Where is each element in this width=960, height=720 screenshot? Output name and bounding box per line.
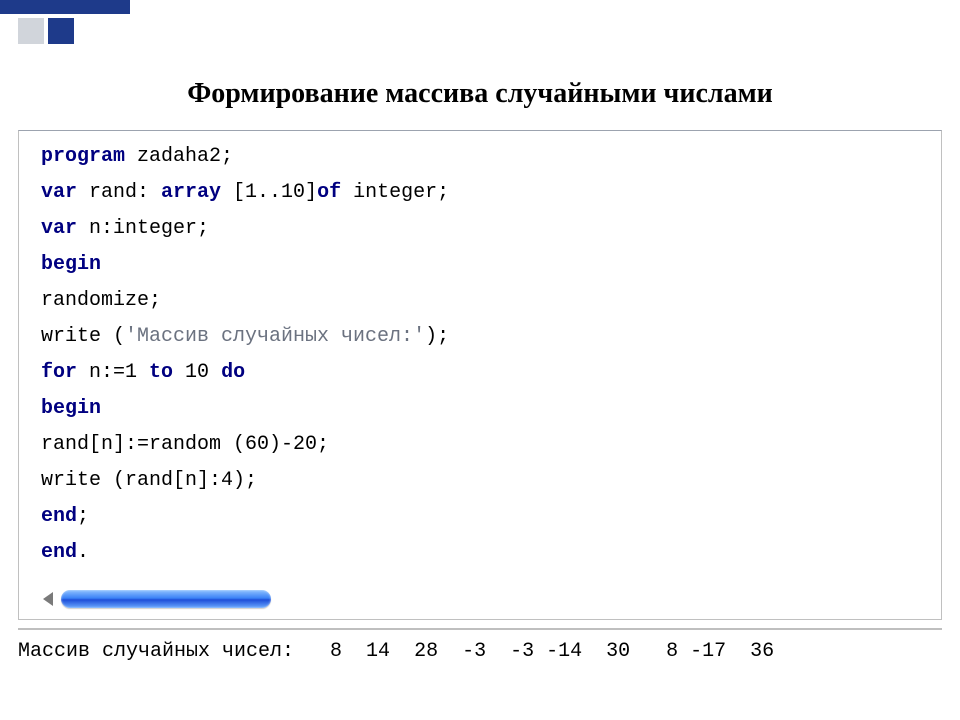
code-line: begin	[41, 247, 919, 283]
keyword: var	[41, 181, 77, 204]
code-line: rand[n]:=random (60)-20;	[41, 427, 919, 463]
keyword: var	[41, 217, 77, 240]
keyword: end	[41, 541, 77, 564]
keyword: begin	[41, 397, 101, 420]
code-text: .	[77, 541, 89, 564]
keyword: for	[41, 361, 77, 384]
keyword: begin	[41, 253, 101, 276]
decor-square-light	[18, 18, 44, 44]
code-text: zadaha2;	[125, 145, 233, 168]
code-line: write (rand[n]:4);	[41, 463, 919, 499]
code-text: integer;	[341, 181, 449, 204]
code-line: end;	[41, 499, 919, 535]
code-text: 10	[173, 361, 221, 384]
code-editor-panel: program zadaha2; var rand: array [1..10]…	[18, 130, 942, 620]
code-line: for n:=1 to 10 do	[41, 355, 919, 391]
code-line: randomize;	[41, 283, 919, 319]
code-text: rand:	[77, 181, 161, 204]
keyword: to	[149, 361, 173, 384]
string-literal: 'Массив случайных чисел:'	[125, 325, 425, 348]
code-line: var rand: array [1..10]of integer;	[41, 175, 919, 211]
page-title: Формирование массива случайными числами	[0, 78, 960, 110]
scrollbar-thumb[interactable]	[61, 590, 271, 608]
code-text: write (	[41, 325, 125, 348]
keyword: array	[161, 181, 221, 204]
code-line: end.	[41, 535, 919, 571]
decor-bar	[0, 0, 130, 14]
code-line: var n:integer;	[41, 211, 919, 247]
code-line: program zadaha2;	[41, 139, 919, 175]
keyword: do	[221, 361, 245, 384]
keyword: program	[41, 145, 125, 168]
scroll-left-arrow-icon[interactable]	[43, 592, 53, 606]
code-text: n:=1	[77, 361, 149, 384]
code-text: ;	[77, 505, 89, 528]
program-output: Массив случайных чисел: 8 14 28 -3 -3 -1…	[18, 640, 942, 663]
divider	[18, 628, 942, 630]
code-text: randomize;	[41, 289, 161, 312]
horizontal-scrollbar[interactable]	[19, 583, 941, 619]
code-line: write ('Массив случайных чисел:');	[41, 319, 919, 355]
code-body: program zadaha2; var rand: array [1..10]…	[19, 131, 941, 583]
keyword: end	[41, 505, 77, 528]
code-text: rand[n]:=random (60)-20;	[41, 433, 329, 456]
code-text: );	[425, 325, 449, 348]
keyword: of	[317, 181, 341, 204]
code-text: write (rand[n]:4);	[41, 469, 257, 492]
code-text: [1..10]	[221, 181, 317, 204]
code-line: begin	[41, 391, 919, 427]
code-text: n:integer;	[77, 217, 209, 240]
decor-square-dark	[48, 18, 74, 44]
